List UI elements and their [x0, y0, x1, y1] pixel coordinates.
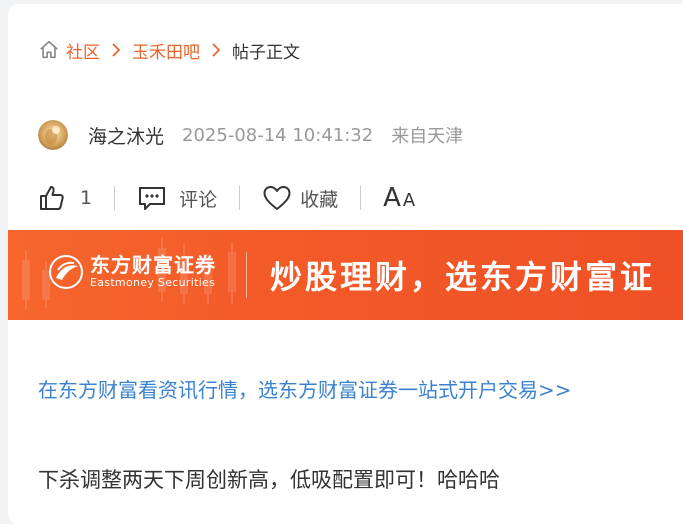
breadcrumb-forum[interactable]: 玉禾田吧	[132, 38, 200, 63]
comment-button[interactable]: 评论	[137, 184, 217, 212]
breadcrumb-current: 帖子正文	[232, 42, 300, 63]
brand-name-cn: 东方财富证券	[90, 253, 216, 277]
breadcrumb-community[interactable]: 社区	[66, 38, 100, 63]
font-small-label: A	[402, 190, 416, 211]
comment-label: 评论	[179, 188, 218, 211]
ad-banner[interactable]: 东方财富证券 Eastmoney Securities 炒股理财，选东方财富证	[8, 230, 683, 320]
thumbs-up-icon	[40, 186, 64, 210]
like-button[interactable]: 1	[38, 184, 92, 212]
brand-logo: 东方财富证券 Eastmoney Securities	[48, 254, 216, 290]
author-name[interactable]: 海之沐光	[88, 122, 164, 149]
chevron-right-icon	[112, 43, 121, 57]
post-timestamp: 2025-08-14 10:41:32	[182, 124, 374, 146]
author-info: 海之沐光 2025-08-14 10:41:32 来自天津	[38, 118, 463, 152]
avatar[interactable]	[38, 120, 68, 150]
action-bar: 1 评论 收藏 A A	[38, 178, 415, 218]
breadcrumb: 社区 玉禾田吧 帖子正文	[38, 38, 300, 63]
divider	[360, 186, 362, 210]
comment-icon	[139, 187, 166, 210]
brand-name-en: Eastmoney Securities	[90, 276, 216, 289]
eastmoney-logo-icon	[49, 255, 83, 289]
post-card: 社区 玉禾田吧 帖子正文 海之沐光 2025-08-14 10:41:32 来自…	[8, 4, 683, 524]
font-large-label: A	[383, 183, 401, 213]
banner-divider	[246, 252, 247, 298]
promo-link[interactable]: 在东方财富看资讯行情，选东方财富证券一站式开户交易>>	[38, 374, 572, 403]
heart-icon	[263, 186, 291, 210]
home-icon[interactable]	[38, 39, 60, 61]
favorite-button[interactable]: 收藏	[262, 184, 338, 212]
like-count: 1	[80, 187, 93, 209]
divider	[239, 186, 241, 210]
chevron-right-icon	[212, 43, 221, 57]
font-size-toggle[interactable]: A A	[383, 183, 415, 213]
post-content: 下杀调整两天下周创新高，低吸配置即可！哈哈哈	[38, 468, 500, 492]
post-location: 来自天津	[391, 126, 464, 147]
divider	[114, 186, 116, 210]
favorite-label: 收藏	[300, 188, 339, 211]
banner-slogan: 炒股理财，选东方财富证	[270, 258, 656, 296]
